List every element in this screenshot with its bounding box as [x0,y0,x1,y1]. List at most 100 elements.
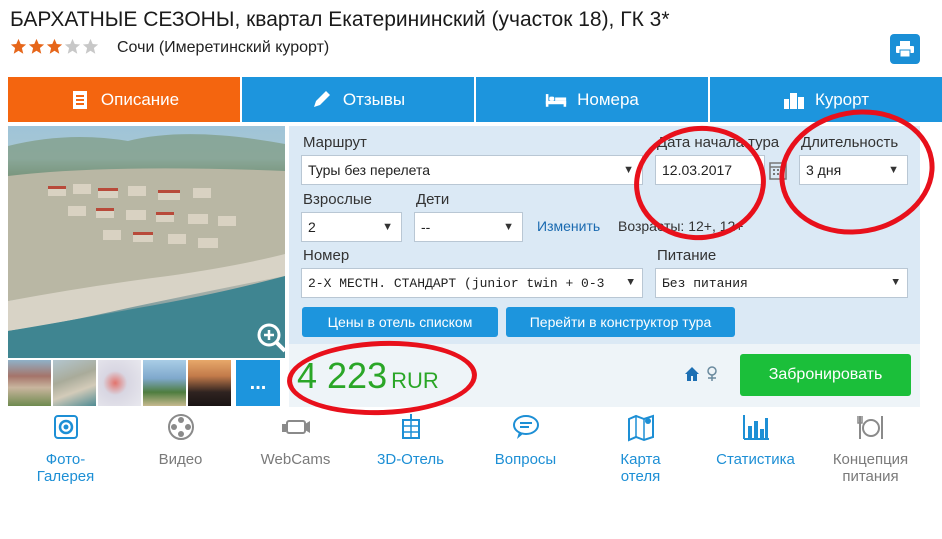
room-select[interactable]: 2-Х МЕСТН. СТАНДАРТ (junior twin + 0-3 ▼ [301,268,643,298]
gallery-thumb[interactable] [98,360,141,406]
star-filled-icon [46,38,63,54]
nav-webcams[interactable]: WebCams [238,412,353,492]
list-prices-button[interactable]: Цены в отель списком [302,307,498,337]
calendar-icon[interactable] [769,160,787,180]
change-ages-link[interactable]: Изменить [537,218,600,234]
gallery-more-button[interactable]: ... [236,360,280,406]
hotel-tabs: Описание Отзывы Номера Курорт [8,77,942,122]
cutlery-icon [856,416,883,439]
bed-icon [545,93,567,107]
meal-label: Питание [657,247,717,264]
nav-label: Статистика [716,451,795,468]
nav-label: 3D-Отель [377,451,444,468]
dropdown-arrow-icon: ▼ [888,164,899,176]
gallery-thumb[interactable] [143,360,186,406]
room-label: Номер [303,247,350,264]
gallery-thumbnails: ... [8,360,280,406]
city-icon [784,92,804,109]
star-empty-icon [64,38,81,54]
nav-label: WebCams [260,451,331,468]
start-date-input[interactable]: 12.03.2017 [655,155,765,185]
bar-chart-icon [742,415,769,440]
printer-icon [896,41,914,58]
tab-label: Номера [577,89,639,109]
children-label: Дети [416,191,450,208]
route-label: Маршрут [303,134,367,151]
star-empty-icon [82,38,99,54]
route-value: Туры без перелета [308,162,431,178]
tour-constructor-button[interactable]: Перейти в конструктор тура [506,307,735,337]
star-filled-icon [10,38,27,54]
children-value: -- [421,219,431,235]
book-button[interactable]: Забронировать [740,354,911,396]
document-icon [72,90,87,109]
pencil-icon [313,90,330,107]
dropdown-arrow-icon: ▼ [627,277,634,289]
film-reel-icon [167,414,194,440]
nav-label: Карта [620,451,661,468]
nav-questions[interactable]: Вопросы [468,412,583,492]
hotel-location: Сочи (Имеретинский курорт) [117,39,330,56]
hotel-title: БАРХАТНЫЕ СЕЗОНЫ, квартал Екатерининский… [10,8,670,31]
gallery-thumb[interactable] [53,360,96,406]
camera-icon [53,415,78,439]
star-rating [10,38,99,55]
tab-label: Курорт [815,89,869,109]
chat-icon [512,415,539,439]
price-info-icons [684,366,720,382]
adults-label: Взрослые [303,191,372,208]
home-icon[interactable] [684,366,700,382]
room-value: 2-Х МЕСТН. СТАНДАРТ (junior twin + 0-3 [308,275,605,291]
nav-photo-gallery[interactable]: Фото- Галерея [8,412,123,492]
route-select[interactable]: Туры без перелета ▼ [301,155,643,185]
hotel-feature-nav: Фото- Галерея Видео WebCams 3D-Отель Воп… [8,412,928,492]
gallery-thumb[interactable] [188,360,231,406]
duration-value: 3 дня [806,162,842,178]
meal-value: Без питания [662,275,748,291]
nav-video[interactable]: Видео [123,412,238,492]
nav-label: Концепция [832,451,909,468]
webcam-icon [281,420,310,434]
dropdown-arrow-icon: ▼ [623,164,634,176]
nav-3d-hotel[interactable]: 3D-Отель [353,412,468,492]
adults-value: 2 [308,219,316,235]
nav-label: Вопросы [494,451,557,468]
print-button[interactable] [890,34,920,64]
tab-label: Отзывы [342,89,406,109]
adults-select[interactable]: 2 ▼ [301,212,402,242]
nav-label: отеля [620,468,661,485]
star-filled-icon [28,38,45,54]
nav-meal-concept[interactable]: Концепция питания [813,412,928,492]
nav-statistics[interactable]: Статистика [698,412,813,492]
nav-label: Фото- [45,451,86,468]
tab-label: Описание [100,89,180,109]
hotel-main-photo[interactable] [8,126,285,358]
start-date-label: Дата начала тура [657,134,780,151]
tab-rooms[interactable]: Номера [476,77,708,122]
transfer-icon[interactable] [704,366,720,382]
tab-resort[interactable]: Курорт [710,77,942,122]
3d-hotel-icon [401,414,420,439]
dropdown-arrow-icon: ▼ [382,221,393,233]
price-amount: 4 223 [297,355,388,396]
dropdown-arrow-icon: ▼ [892,277,899,289]
tab-description[interactable]: Описание [8,77,240,122]
aerial-photo-graphic [8,134,285,358]
meal-select[interactable]: Без питания ▼ [655,268,908,298]
nav-hotel-map[interactable]: Карта отеля [583,412,698,492]
map-icon [627,414,654,442]
zoom-in-icon[interactable] [256,322,285,354]
nav-label: Галерея [36,468,95,485]
gallery-thumb[interactable] [8,360,51,406]
children-select[interactable]: -- ▼ [414,212,523,242]
price-currency: RUR [391,368,439,393]
nav-label: Видео [158,451,203,468]
duration-label: Длительность [801,134,899,151]
ages-text: Возрасты: 12+, 12+ [618,218,744,234]
price-display: 4 223 RUR [297,355,439,397]
dropdown-arrow-icon: ▼ [503,221,514,233]
nav-label: питания [842,468,899,485]
tab-reviews[interactable]: Отзывы [242,77,474,122]
start-date-value: 12.03.2017 [662,162,733,178]
duration-select[interactable]: 3 дня ▼ [799,155,908,185]
